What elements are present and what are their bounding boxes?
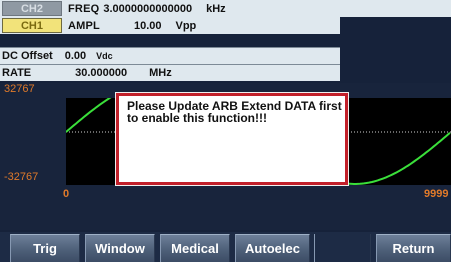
softkey-bar: Trig Window Medical Autoelec Return [0,232,451,262]
arb-screen: CH2 FREQ 3.0000000000000 kHz CH1 AMPL 10… [0,0,451,262]
freq-value: 3.0000000000000 [103,2,193,15]
empty-softkey[interactable] [314,234,371,262]
ch2-indicator[interactable]: CH2 [2,1,62,16]
freq-label: FREQ [68,2,100,15]
trig-button[interactable]: Trig [10,234,80,262]
medical-button[interactable]: Medical [160,234,230,262]
freq-row: CH2 FREQ 3.0000000000000 kHz [0,0,451,17]
autoelec-button[interactable]: Autoelec [235,234,310,262]
ch1-indicator[interactable]: CH1 [2,18,62,33]
rate-row: RATE 30.000000 MHz [0,65,340,81]
ampl-unit: Vpp [175,19,197,32]
x-start-label: 0 [63,188,70,200]
dc-offset-unit: Vdc [96,51,113,61]
window-button[interactable]: Window [85,234,155,262]
freq-unit: kHz [206,2,226,15]
y-min-label: -32767 [4,171,39,183]
dc-offset-value: 0.00 [64,50,87,62]
rate-unit: MHz [149,67,172,79]
ampl-row: CH1 AMPL 10.00 Vpp [0,17,340,34]
dc-offset-row: DC Offset 0.00 Vdc [0,48,340,64]
rate-label: RATE [2,67,32,79]
return-button[interactable]: Return [376,234,451,262]
ampl-value: 10.00 [133,19,162,32]
dialog-message: Please Update ARB Extend DATA first to e… [127,99,342,125]
dc-offset-label: DC Offset [2,50,53,62]
x-end-label: 9999 [424,188,449,200]
rate-value: 30.000000 [75,67,128,79]
warning-dialog: Please Update ARB Extend DATA first to e… [116,93,348,185]
y-max-label: 32767 [4,83,35,95]
ampl-label: AMPL [68,19,100,32]
